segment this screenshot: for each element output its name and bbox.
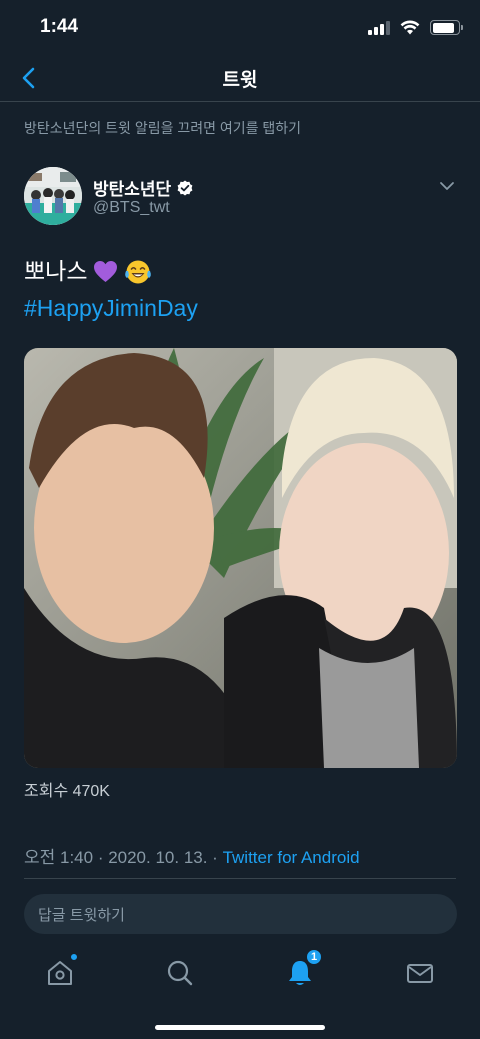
author-handle[interactable]: @BTS_twt <box>93 199 170 217</box>
avatar[interactable] <box>24 167 82 225</box>
chevron-down-icon[interactable] <box>438 177 456 195</box>
search-icon <box>167 960 193 986</box>
tweet-timestamp: 오전 1:40 · 2020. 10. 13. · <box>24 848 223 867</box>
notification-badge: 1 <box>305 948 323 966</box>
tweet-text: 뽀나스 #HappyJiminDay <box>24 253 198 327</box>
wifi-icon <box>400 20 420 35</box>
status-bar: 1:44 <box>0 0 480 56</box>
status-time: 1:44 <box>40 16 79 37</box>
tab-home[interactable] <box>43 953 78 990</box>
tweet-meta: 오전 1:40 · 2020. 10. 13. · Twitter for An… <box>24 843 360 868</box>
bottom-tab-bar: 1 <box>0 948 480 998</box>
notification-toggle-banner[interactable]: 방탄소년단의 트윗 알림을 끄려면 여기를 탭하기 <box>24 118 301 138</box>
new-content-dot <box>70 953 78 961</box>
tab-notifications[interactable]: 1 <box>283 948 323 990</box>
battery-icon <box>430 20 463 35</box>
divider <box>24 878 456 879</box>
tears-of-joy-icon <box>125 260 152 283</box>
cellular-signal-icon <box>368 20 390 35</box>
tweet-video[interactable] <box>24 348 457 768</box>
hashtag-link[interactable]: #HappyJiminDay <box>24 290 198 327</box>
home-icon <box>48 961 72 985</box>
verified-badge-icon <box>177 180 193 195</box>
view-count: 조회수 470K <box>24 783 110 800</box>
purple-heart-icon <box>94 261 118 282</box>
author-name[interactable]: 방탄소년단 <box>93 175 193 200</box>
status-icons <box>368 20 463 35</box>
tweet-source-link[interactable]: Twitter for Android <box>223 848 360 867</box>
nav-bar: 트윗 <box>0 56 480 102</box>
tweet-author: 방탄소년단 @BTS_twt <box>24 167 456 229</box>
envelope-icon <box>407 964 433 983</box>
tab-search[interactable] <box>163 956 197 990</box>
tweet-text-line: 뽀나스 <box>24 258 88 284</box>
page-title: 트윗 <box>222 70 258 91</box>
author-name-text: 방탄소년단 <box>93 180 172 199</box>
home-indicator[interactable] <box>155 1025 325 1030</box>
tab-messages[interactable] <box>403 956 437 990</box>
reply-input[interactable]: 답글 트윗하기 <box>24 894 457 934</box>
